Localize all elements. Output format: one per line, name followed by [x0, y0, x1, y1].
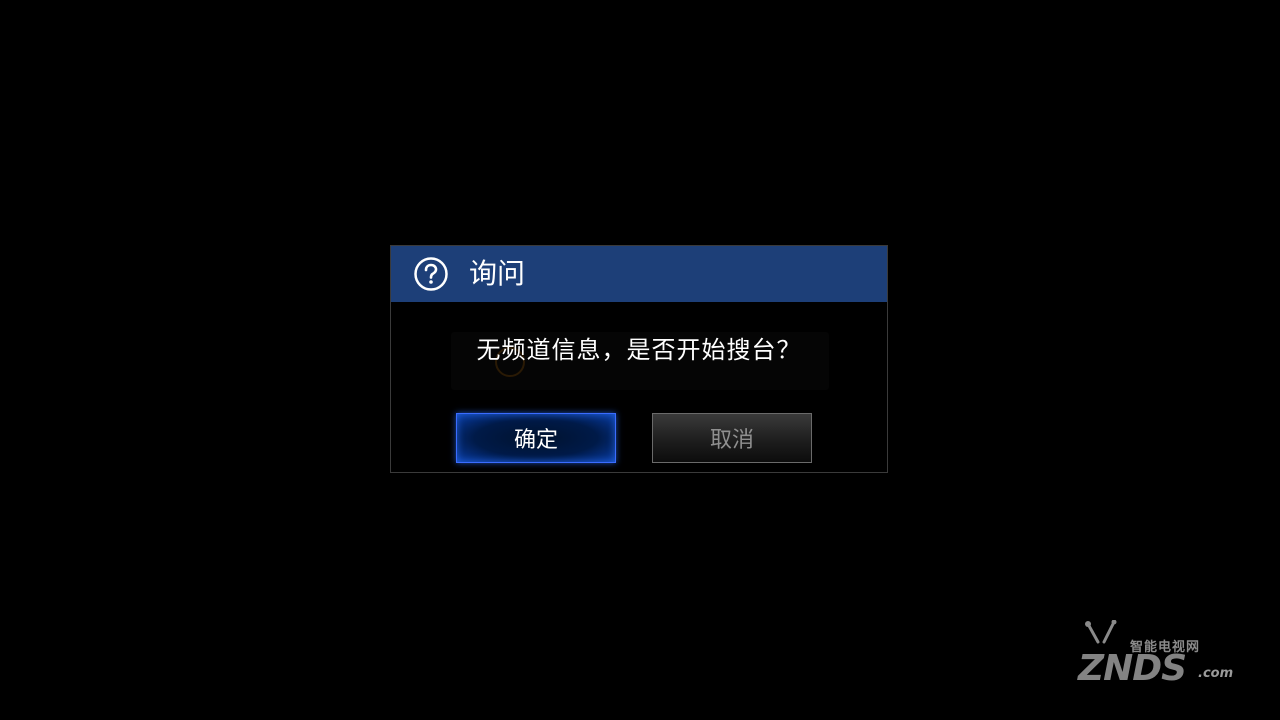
- cancel-button[interactable]: 取消: [652, 413, 812, 463]
- watermark-logo-text: ZNDS: [1078, 648, 1187, 689]
- tv-antenna-icon: [1074, 619, 1124, 650]
- dialog-message: 无频道信息，是否开始搜台？: [476, 336, 802, 364]
- znds-watermark: 智能电视网 ZNDS .com: [1068, 619, 1238, 692]
- watermark-suffix: .com: [1198, 666, 1234, 681]
- tv-screen: 询问 无频道信息，是否开始搜台？ 确定 取消 智能电视网 ZNDS .com: [0, 0, 1280, 720]
- query-dialog: 询问 无频道信息，是否开始搜台？ 确定 取消: [390, 245, 888, 473]
- dialog-header: 询问: [391, 246, 887, 302]
- question-circle-icon: [414, 257, 448, 291]
- dialog-title: 询问: [469, 257, 526, 290]
- confirm-button[interactable]: 确定: [456, 413, 616, 463]
- message-area: 无频道信息，是否开始搜台？: [391, 330, 887, 365]
